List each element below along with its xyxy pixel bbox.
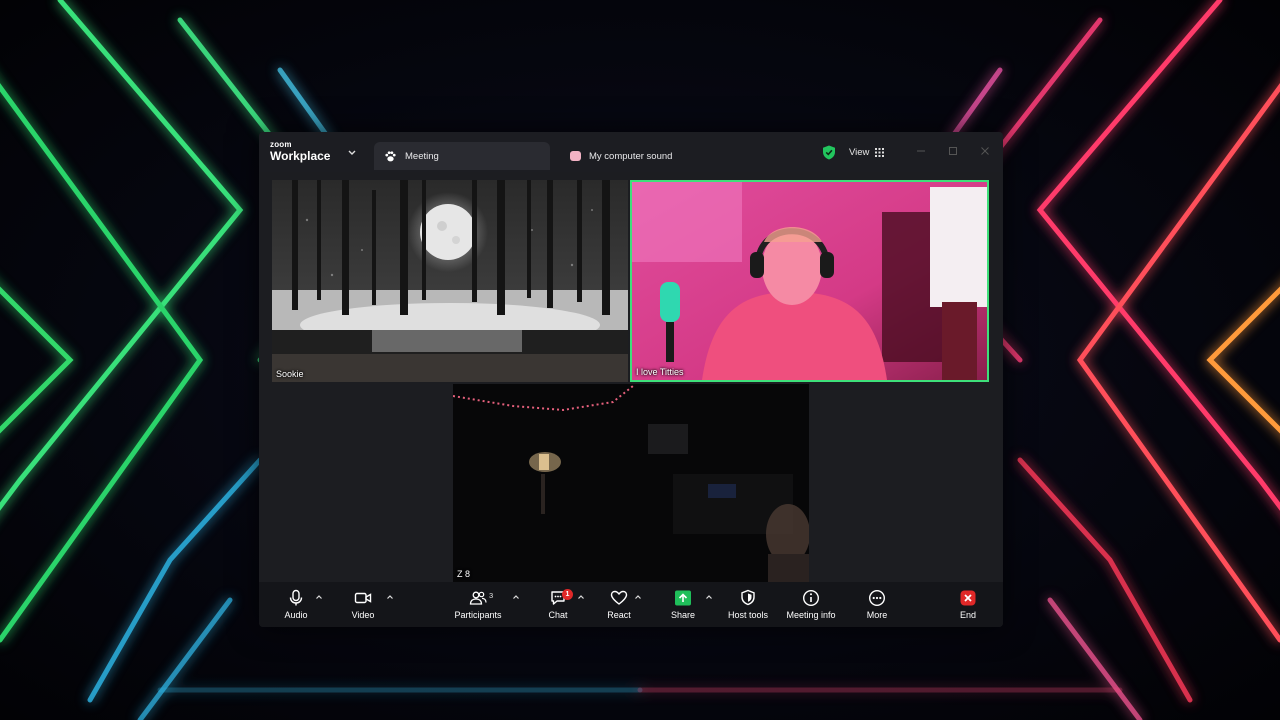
share-options-caret-icon[interactable]	[705, 594, 713, 600]
participants-button[interactable]: Participants	[453, 589, 503, 623]
view-button[interactable]: View	[843, 143, 890, 161]
chat-options-caret-icon[interactable]	[577, 594, 585, 600]
info-icon	[802, 589, 820, 607]
participant-name-label: Sookie	[276, 369, 304, 379]
end-meeting-button[interactable]: End	[956, 589, 980, 623]
moonlit-forest-image	[272, 180, 628, 382]
chevron-down-icon[interactable]	[347, 149, 357, 157]
minimize-icon[interactable]	[915, 145, 927, 157]
more-button[interactable]: More	[864, 589, 890, 623]
participant-name-label: Z 8	[457, 569, 471, 579]
video-gallery: Sookie I love Titties Z 8	[259, 172, 1003, 582]
view-label: View	[849, 146, 870, 158]
brand-big-text: Workplace	[270, 149, 331, 163]
react-label: React	[607, 610, 631, 620]
maximize-icon[interactable]	[947, 145, 959, 157]
audio-options-caret-icon[interactable]	[315, 594, 323, 600]
heart-icon	[610, 590, 628, 605]
participants-icon	[469, 591, 487, 605]
zoom-logo[interactable]: zoom Workplace	[270, 140, 331, 163]
participants-label: Participants	[454, 610, 502, 620]
video-camera-icon	[354, 592, 372, 604]
participant-name-label: I love Titties	[636, 367, 684, 377]
tab-meeting[interactable]: Meeting	[374, 142, 550, 170]
video-tile-sookie[interactable]: Sookie	[272, 180, 628, 382]
video-tile-active-speaker[interactable]: I love Titties	[630, 180, 989, 382]
participants-options-caret-icon[interactable]	[512, 594, 520, 600]
zoom-meeting-window: zoom Workplace Meeting My computer sound	[259, 132, 1003, 627]
meeting-info-label: Meeting info	[786, 610, 836, 620]
audio-label: Audio	[284, 610, 308, 620]
share-button[interactable]: Share	[671, 589, 695, 623]
tab-sound-label: My computer sound	[589, 150, 673, 162]
meeting-info-button[interactable]: Meeting info	[785, 589, 837, 623]
video-label: Video	[351, 610, 375, 620]
paw-icon	[385, 150, 396, 161]
react-options-caret-icon[interactable]	[634, 594, 642, 600]
tab-meeting-label: Meeting	[405, 150, 439, 162]
webcam-dark-room-image	[453, 384, 809, 582]
brand-small-text: zoom	[270, 140, 292, 149]
share-screen-icon	[675, 590, 691, 606]
video-tile-z8[interactable]: Z 8	[453, 384, 809, 582]
more-dots-icon	[868, 589, 886, 607]
audio-button[interactable]: Audio	[281, 589, 311, 623]
shield-check-icon[interactable]	[822, 145, 836, 160]
host-shield-icon	[741, 589, 755, 606]
tab-my-computer-sound[interactable]: My computer sound	[560, 142, 736, 170]
end-x-icon	[960, 590, 976, 606]
video-button[interactable]: Video	[348, 589, 378, 623]
participants-count: 3	[489, 591, 494, 600]
more-label: More	[866, 610, 888, 620]
meeting-toolbar: Audio Video Participants 3 Chat 1 React …	[259, 582, 1003, 627]
share-label: Share	[670, 610, 696, 620]
title-bar: zoom Workplace Meeting My computer sound	[259, 132, 1003, 172]
grid-icon	[875, 147, 885, 157]
host-tools-button[interactable]: Host tools	[725, 589, 771, 623]
video-options-caret-icon[interactable]	[386, 594, 394, 600]
chat-label: Chat	[548, 610, 568, 620]
end-label: End	[959, 610, 976, 620]
sound-share-icon	[570, 151, 581, 161]
close-icon[interactable]	[979, 145, 991, 157]
microphone-icon	[289, 589, 303, 606]
webcam-pink-room-image	[632, 182, 987, 380]
desktop-background: zoom Workplace Meeting My computer sound	[0, 0, 1280, 720]
react-button[interactable]: React	[607, 589, 631, 623]
host-tools-label: Host tools	[727, 610, 769, 620]
chat-unread-badge: 1	[562, 589, 573, 600]
